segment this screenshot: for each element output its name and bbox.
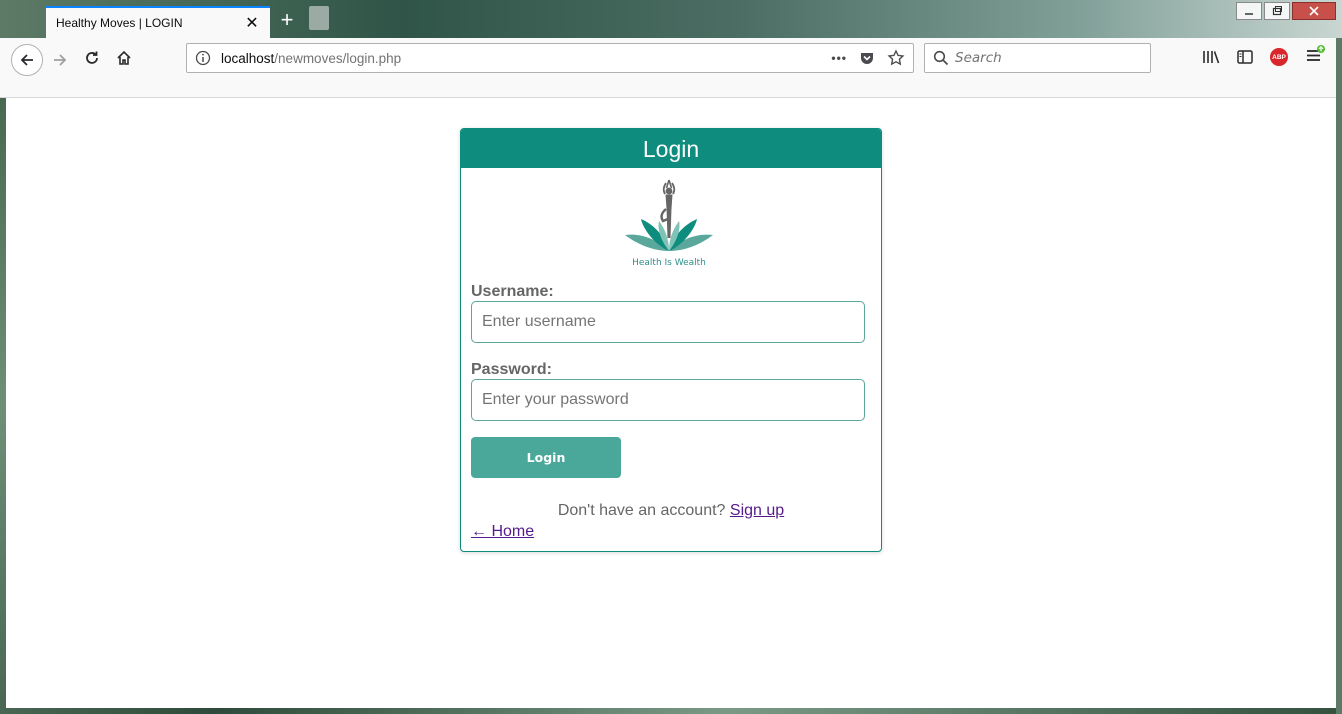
signup-prompt-line: Don't have an account? Sign up xyxy=(461,502,881,520)
adblock-button[interactable]: ABP xyxy=(1268,46,1290,68)
toolbar-right: ABP xyxy=(1200,46,1290,68)
login-button[interactable]: Login xyxy=(471,437,621,478)
forward-button[interactable] xyxy=(46,46,74,74)
title-bar: Healthy Moves | LOGIN ✕ + xyxy=(0,0,1342,38)
url-path: /newmoves/login.php xyxy=(274,50,402,66)
arrow-right-icon xyxy=(54,54,67,66)
home-icon xyxy=(117,50,131,65)
password-label: Password: xyxy=(471,361,552,378)
page-content: Login Health Is Wealth Username: Enter u… xyxy=(6,98,1336,708)
window-controls xyxy=(1236,2,1336,20)
url-host: localhost xyxy=(221,50,275,66)
reload-button[interactable] xyxy=(78,44,106,72)
arrow-left-icon xyxy=(20,54,33,66)
back-button[interactable] xyxy=(11,44,43,76)
minimize-button[interactable] xyxy=(1236,2,1262,20)
username-input[interactable] xyxy=(471,301,865,343)
signup-prompt: Don't have an account? xyxy=(557,502,726,519)
tab-title: Healthy Moves | LOGIN xyxy=(56,16,183,30)
bookmark-star-icon[interactable] xyxy=(887,49,905,67)
tab-thumbnail[interactable] xyxy=(309,6,329,30)
page-actions-icon[interactable]: ••• xyxy=(831,51,847,65)
logo-caption: Health Is Wealth xyxy=(632,258,706,268)
username-label: Username: xyxy=(471,283,554,300)
login-header: Login xyxy=(461,129,881,168)
reload-icon xyxy=(86,51,98,64)
search-icon xyxy=(933,50,949,66)
tab-close-icon[interactable]: ✕ xyxy=(244,13,260,33)
lotus-logo: Health Is Wealth xyxy=(625,179,713,268)
library-icon xyxy=(1203,51,1220,64)
pocket-icon[interactable] xyxy=(859,50,875,66)
url-text[interactable]: localhost/newmoves/login.php xyxy=(221,51,831,66)
login-card: Login Health Is Wealth Username: Enter u… xyxy=(460,128,882,552)
home-link[interactable]: ← Home xyxy=(471,523,534,541)
sidebar-icon xyxy=(1237,50,1253,64)
new-tab-button[interactable]: + xyxy=(276,8,298,32)
hamburger-icon xyxy=(1307,45,1325,61)
library-button[interactable] xyxy=(1200,46,1222,68)
minimize-icon xyxy=(1245,13,1253,15)
sidebar-button[interactable] xyxy=(1234,46,1256,68)
restore-icon xyxy=(1272,6,1282,16)
signup-link[interactable]: Sign up xyxy=(730,502,784,519)
home-button[interactable] xyxy=(110,44,138,72)
nav-toolbar: localhost/newmoves/login.php ••• ABP xyxy=(0,38,1342,98)
maximize-button[interactable] xyxy=(1264,2,1290,20)
menu-button[interactable] xyxy=(1304,44,1326,66)
info-icon[interactable] xyxy=(195,50,211,66)
adblock-icon: ABP xyxy=(1270,48,1288,66)
address-bar[interactable]: localhost/newmoves/login.php ••• xyxy=(186,43,914,73)
search-bar[interactable] xyxy=(924,43,1151,73)
password-input[interactable] xyxy=(471,379,865,421)
tab-active[interactable]: Healthy Moves | LOGIN ✕ xyxy=(46,6,270,38)
close-icon xyxy=(1309,6,1319,16)
close-window-button[interactable] xyxy=(1292,2,1336,20)
window-edge xyxy=(1336,38,1342,714)
search-input[interactable] xyxy=(955,50,1135,66)
browser-window: Healthy Moves | LOGIN ✕ + localhost/newm… xyxy=(0,0,1342,714)
url-actions: ••• xyxy=(831,49,905,67)
